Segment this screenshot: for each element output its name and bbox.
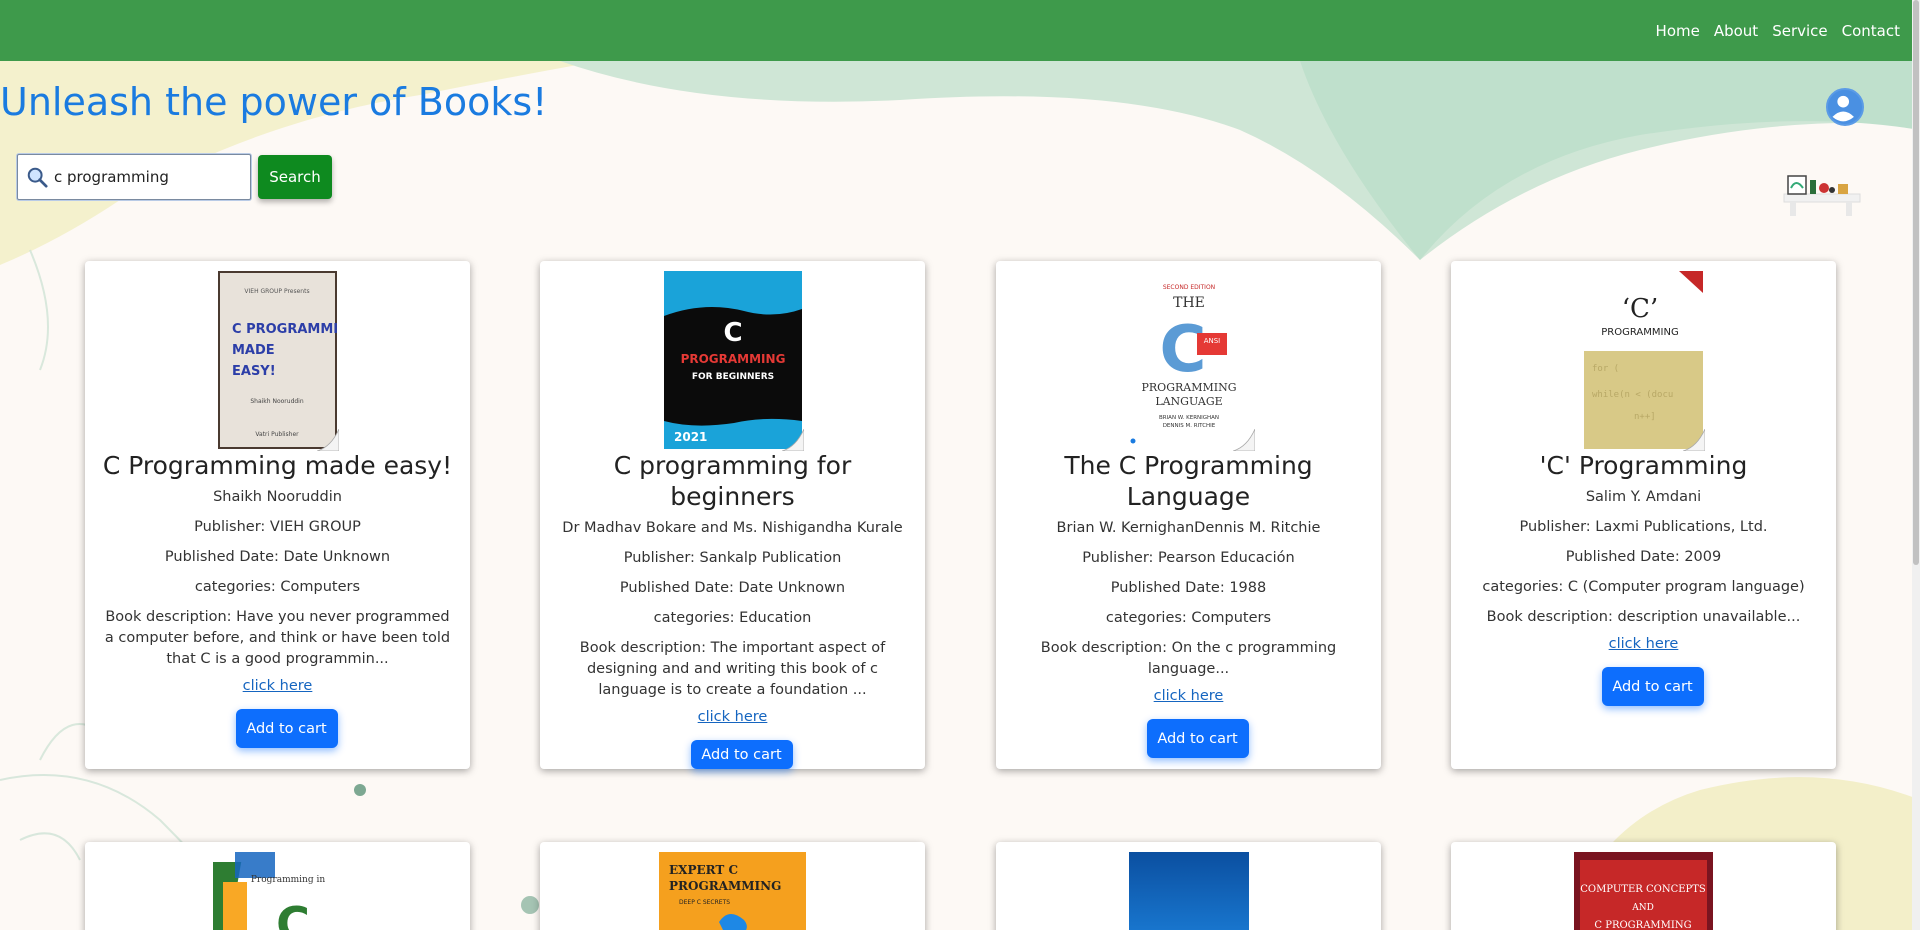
book-cover[interactable]: EXPERT C PROGRAMMING DEEP C SECRETS <box>659 852 806 930</box>
book-card: VIEH GROUP Presents C PROGRAMMING MADE E… <box>85 261 470 769</box>
book-title: C programming for beginners <box>613 451 852 511</box>
book-card: C PROGRAMMING FOR BEGINNERS 2021 C progr… <box>540 261 925 769</box>
book-card: ‘C’ PROGRAMMING for ( while(n < (docu n+… <box>1451 261 1836 769</box>
book-details-link[interactable]: click here <box>1154 688 1224 704</box>
book-publisher: Publisher: Laxmi Publications, Ltd. <box>1519 519 1768 535</box>
cover-text: AND <box>1631 903 1654 913</box>
book-cover[interactable]: C PROGRAMMING FOR BEGINNERS 2021 <box>663 271 804 451</box>
page-scrollbar[interactable] <box>1912 0 1920 930</box>
cover-text: ‘C’ <box>1622 294 1658 324</box>
cover-text: PROGRAMMING <box>1141 381 1236 394</box>
cover-text: PROGRAMMING <box>1601 327 1678 338</box>
add-to-cart-button[interactable]: Add to cart <box>1146 719 1249 758</box>
cover-text: FOR BEGINNERS <box>691 372 773 382</box>
scrollbar-thumb[interactable] <box>1913 0 1919 565</box>
book-description: Book description: Have you never program… <box>104 609 451 667</box>
book-description: Book description: On the c programming l… <box>1040 640 1337 677</box>
cover-text: LANGUAGE <box>1155 395 1222 408</box>
book-card <box>996 842 1381 930</box>
cover-text: 2021 <box>674 430 707 444</box>
cover-text: ANSI <box>1203 337 1220 345</box>
book-grid: VIEH GROUP Presents C PROGRAMMING MADE E… <box>0 0 1920 930</box>
book-cover[interactable]: SECOND EDITION THE C ANSI PROGRAMMING LA… <box>1124 271 1255 451</box>
page-curl-icon <box>317 429 339 451</box>
cover-text: THE <box>1173 295 1205 311</box>
nav-contact-link[interactable]: Contact <box>1842 22 1900 40</box>
cover-text: MADE <box>232 343 275 358</box>
book-publisher: Publisher: Pearson Educación <box>1082 550 1295 566</box>
book-card: Programming in C <box>85 842 470 930</box>
book-title: The C Programming Language <box>1064 451 1313 511</box>
book-cover[interactable]: Programming in C <box>213 852 342 930</box>
book-categories: categories: Computers <box>1105 610 1272 626</box>
cover-text: C <box>276 897 310 930</box>
book-cover[interactable]: ‘C’ PROGRAMMING for ( while(n < (docu n+… <box>1584 271 1705 451</box>
cover-text: EXPERT C <box>669 863 738 877</box>
top-navbar: Home About Service Contact <box>0 0 1920 61</box>
book-description: Book description: description unavailabl… <box>1486 609 1801 625</box>
book-published-date: Published Date: Date Unknown <box>164 549 391 565</box>
cover-text: EASY! <box>232 364 276 379</box>
cover-text: C PROGRAMMING <box>232 322 337 337</box>
book-categories: categories: Education <box>653 610 812 626</box>
book-published-date: Published Date: Date Unknown <box>619 580 846 596</box>
add-to-cart-button[interactable]: Add to cart <box>1601 667 1704 706</box>
book-details-link[interactable]: click here <box>243 678 313 694</box>
book-author: Dr Madhav Bokare and Ms. Nishigandha Kur… <box>562 520 903 536</box>
page-curl-icon <box>781 429 804 451</box>
book-description: Book description: The important aspect o… <box>579 640 886 698</box>
book-details-link[interactable]: click here <box>698 709 768 725</box>
cover-text: VIEH GROUP Presents <box>244 288 309 295</box>
book-author: Brian W. KernighanDennis M. Ritchie <box>1056 520 1321 536</box>
cover-text: DENNIS M. RITCHIE <box>1162 423 1215 429</box>
book-publisher: Publisher: VIEH GROUP <box>194 519 361 535</box>
book-details-link[interactable]: click here <box>1609 636 1679 652</box>
svg-text:for (: for ( <box>1592 364 1619 374</box>
book-cover[interactable]: COMPUTER CONCEPTS AND C PROGRAMMING <box>1574 852 1713 930</box>
page-curl-icon <box>1232 429 1255 451</box>
cover-text: BRIAN W. KERNIGHAN <box>1158 415 1218 421</box>
cover-text: C <box>723 318 742 348</box>
book-published-date: Published Date: 2009 <box>1565 549 1722 565</box>
book-author: Salim Y. Amdani <box>1585 489 1702 505</box>
cover-text: PROGRAMMING <box>680 352 785 366</box>
add-to-cart-button[interactable]: Add to cart <box>235 709 338 748</box>
book-categories: categories: Computers <box>194 579 361 595</box>
nav-service-link[interactable]: Service <box>1772 22 1827 40</box>
cover-text: C PROGRAMMING <box>1594 920 1691 930</box>
book-card: COMPUTER CONCEPTS AND C PROGRAMMING <box>1451 842 1836 930</box>
book-title: 'C' Programming <box>1539 451 1748 480</box>
book-title: C Programming made easy! <box>102 451 453 480</box>
book-author: Shaikh Nooruddin <box>213 489 342 505</box>
cover-text: Vatri Publisher <box>255 431 299 438</box>
svg-text:n++]: n++] <box>1634 412 1656 422</box>
book-card: SECOND EDITION THE C ANSI PROGRAMMING LA… <box>996 261 1381 769</box>
book-published-date: Published Date: 1988 <box>1110 580 1267 596</box>
add-to-cart-button[interactable]: Add to cart <box>690 740 793 769</box>
cover-text: Shaikh Nooruddin <box>250 398 304 405</box>
book-card: EXPERT C PROGRAMMING DEEP C SECRETS <box>540 842 925 930</box>
cover-text: SECOND EDITION <box>1162 284 1214 291</box>
nav-about-link[interactable]: About <box>1714 22 1758 40</box>
book-cover[interactable] <box>1128 852 1249 930</box>
svg-text:while(n < (docu: while(n < (docu <box>1592 390 1673 400</box>
book-cover[interactable]: VIEH GROUP Presents C PROGRAMMING MADE E… <box>218 271 339 451</box>
book-publisher: Publisher: Sankalp Publication <box>623 550 842 566</box>
cover-text: DEEP C SECRETS <box>679 899 730 906</box>
book-categories: categories: C (Computer program language… <box>1482 579 1805 595</box>
page-curl-icon <box>1683 429 1705 451</box>
nav-home-link[interactable]: Home <box>1656 22 1700 40</box>
cover-text: COMPUTER CONCEPTS <box>1580 884 1706 895</box>
cover-text: Programming in <box>251 875 325 885</box>
cover-text: PROGRAMMING <box>669 879 781 893</box>
